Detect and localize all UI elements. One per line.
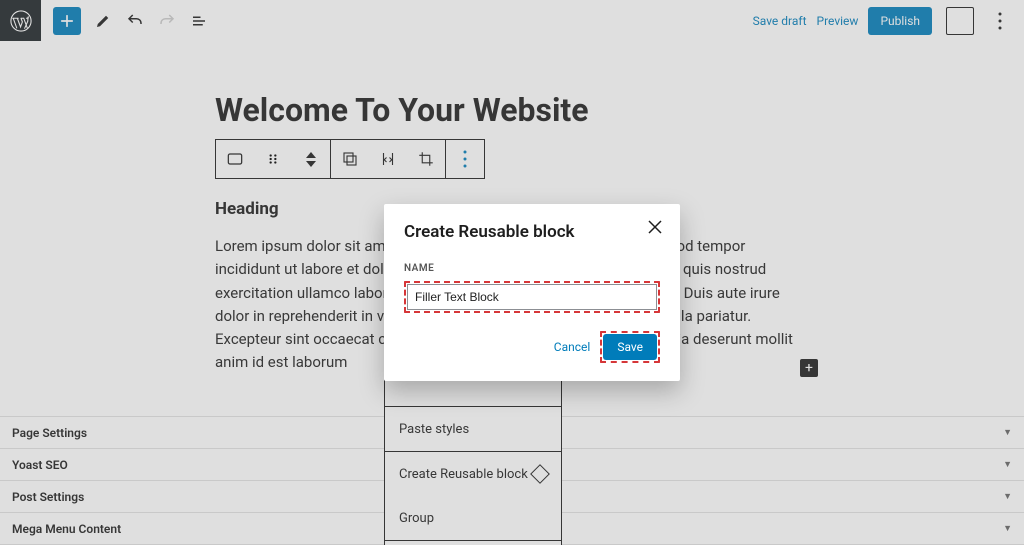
crop-icon[interactable] [407,140,445,178]
chevron-down-icon: ▼ [1003,523,1012,534]
save-draft-link[interactable]: Save draft [753,14,807,28]
menu-group[interactable]: Group [385,496,561,540]
add-block-button[interactable] [53,7,81,35]
more-options-icon[interactable] [984,5,1016,37]
name-label: NAME [404,263,434,274]
block-type-icon[interactable] [216,140,254,178]
wordpress-logo[interactable] [0,0,41,41]
block-more-icon[interactable] [446,140,484,178]
chevron-down-icon: ▼ [1003,427,1012,438]
duplicate-icon[interactable] [331,140,369,178]
save-button-highlight: Save [600,331,660,363]
add-block-inline-button[interactable]: + [800,359,818,377]
document-outline-icon[interactable] [183,5,215,37]
chevron-down-icon: ▼ [1003,491,1012,502]
menu-paste-styles[interactable]: Paste styles [385,406,561,451]
menu-remove-blocks[interactable]: Remove blocks ^⌥Z [385,540,561,545]
edit-mode-icon[interactable] [87,5,119,37]
drag-handle-icon[interactable] [254,140,292,178]
settings-panel-toggle[interactable] [946,7,974,35]
save-button[interactable]: Save [603,334,657,360]
undo-icon[interactable] [119,5,151,37]
modal-title: Create Reusable block [404,222,660,242]
cancel-button[interactable]: Cancel [554,340,591,354]
menu-create-reusable[interactable]: Create Reusable block [385,451,561,496]
block-toolbar [215,139,485,179]
name-input-highlight [404,281,660,313]
reusable-icon [530,464,550,484]
close-icon[interactable] [646,218,664,236]
chevron-down-icon: ▼ [1003,459,1012,470]
move-up-down-icon[interactable] [292,140,330,178]
create-reusable-modal: Create Reusable block NAME Cancel Save [384,204,680,381]
page-title[interactable]: Welcome To Your Website [215,91,814,129]
name-input[interactable] [407,284,657,310]
publish-button[interactable]: Publish [868,7,932,35]
transform-icon[interactable] [369,140,407,178]
preview-link[interactable]: Preview [817,14,859,28]
redo-icon [151,5,183,37]
